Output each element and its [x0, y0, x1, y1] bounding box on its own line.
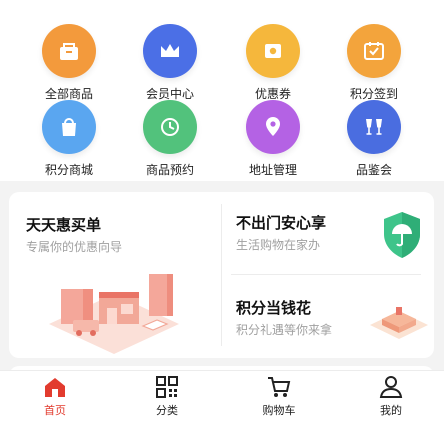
- grid-label: 品鉴会: [355, 163, 392, 177]
- crown-icon: [143, 24, 197, 78]
- grid-item-member-center[interactable]: 会员中心: [130, 24, 210, 102]
- coupon-icon: [246, 24, 300, 78]
- qr-grid-icon: [156, 376, 178, 398]
- grid-item-address-management[interactable]: 地址管理: [233, 100, 313, 178]
- clock-icon: [143, 100, 197, 154]
- tab-cart[interactable]: 购物车: [239, 375, 319, 418]
- grid-item-points-mall[interactable]: 积分商城: [29, 100, 109, 178]
- tab-label: 购物车: [262, 404, 296, 417]
- tab-label: 我的: [380, 404, 402, 417]
- grid-label: 商品预约: [145, 163, 194, 177]
- promo-title: 积分当钱花: [236, 299, 312, 317]
- cart-icon: [268, 377, 291, 397]
- grid-label: 积分商城: [44, 163, 93, 177]
- shop-bag-icon: [42, 24, 96, 78]
- promo-card: 天天惠买单 专属你的优惠向导 不出门安心享 生活购物在家办 积分当钱花 积分礼遇…: [9, 192, 434, 358]
- calendar-check-icon: [347, 24, 401, 78]
- grid-item-product-reservation[interactable]: 商品预约: [130, 100, 210, 178]
- grid-item-coupons[interactable]: 优惠券: [233, 24, 313, 102]
- promo-subtitle: 专属你的优惠向导: [26, 240, 123, 254]
- promo-subtitle: 积分礼遇等你来拿: [236, 323, 333, 337]
- tab-category[interactable]: 分类: [127, 375, 207, 418]
- feature-grid: 全部商品 会员中心 优惠券 积分签到 积分商城 商品预约 地址管理 品鉴会: [0, 0, 444, 181]
- bottom-tab-bar: 首页 分类 购物车 我的: [0, 370, 444, 422]
- promo-daily-discount[interactable]: 天天惠买单 专属你的优惠向导: [9, 192, 221, 358]
- home-icon: [45, 378, 65, 397]
- wine-glasses-icon: [347, 100, 401, 154]
- location-person-icon: [246, 100, 300, 154]
- grid-item-all-products[interactable]: 全部商品: [29, 24, 109, 102]
- promo-points-as-cash[interactable]: 积分当钱花 积分礼遇等你来拿: [222, 275, 434, 358]
- promo-title: 不出门安心享: [236, 214, 327, 232]
- shopping-street-illustration: [49, 274, 179, 354]
- tab-home[interactable]: 首页: [15, 375, 95, 418]
- user-icon: [379, 376, 403, 398]
- shield-umbrella-icon: [384, 212, 420, 258]
- tab-label: 首页: [44, 404, 66, 417]
- promo-stay-home[interactable]: 不出门安心享 生活购物在家办: [222, 192, 434, 274]
- tab-mine[interactable]: 我的: [351, 375, 431, 418]
- grid-item-tasting-event[interactable]: 品鉴会: [334, 100, 414, 178]
- grid-label: 地址管理: [248, 163, 297, 177]
- shopping-bag-icon: [42, 100, 96, 154]
- promo-title: 天天惠买单: [26, 216, 102, 234]
- grid-item-points-checkin[interactable]: 积分签到: [334, 24, 414, 102]
- gift-box-illustration: [370, 307, 428, 339]
- tab-label: 分类: [156, 404, 178, 417]
- promo-subtitle: 生活购物在家办: [236, 238, 321, 252]
